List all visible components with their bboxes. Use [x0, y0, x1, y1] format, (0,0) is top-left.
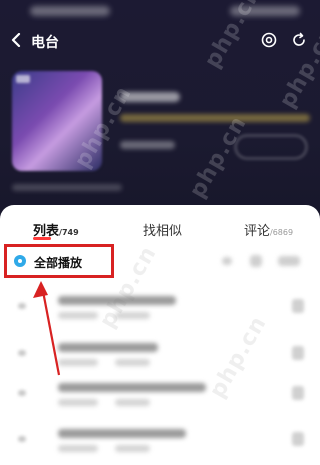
play-icon — [14, 255, 26, 267]
tab-comments[interactable]: 评论/6869 — [244, 220, 293, 239]
more-icon[interactable] — [292, 386, 304, 400]
info-line-blurred — [12, 184, 122, 191]
sort-icon[interactable] — [222, 257, 232, 265]
target-icon[interactable] — [261, 32, 277, 48]
tab-similar[interactable]: 找相似 — [143, 220, 182, 239]
track-meta — [58, 399, 98, 406]
track-title — [58, 343, 158, 352]
track-meta — [115, 359, 150, 366]
play-all-label: 全部播放 — [34, 256, 83, 270]
track-number — [18, 303, 26, 309]
track-title — [58, 429, 186, 438]
track-meta — [58, 445, 98, 452]
track-title — [58, 383, 206, 392]
track-meta — [115, 445, 150, 452]
more-icon[interactable] — [292, 432, 304, 446]
tab-comments-count: /6869 — [270, 228, 294, 237]
list-item[interactable] — [0, 423, 320, 463]
refresh-icon[interactable] — [291, 32, 307, 48]
more-icon[interactable] — [292, 299, 304, 313]
back-icon[interactable] — [10, 33, 24, 47]
tab-comments-label: 评论 — [244, 224, 271, 239]
status-bar — [30, 6, 110, 16]
watermark: php.cn — [200, 0, 267, 73]
track-meta — [58, 359, 98, 366]
subscribe-button[interactable] — [235, 135, 307, 159]
track-meta — [58, 312, 98, 319]
track-number — [18, 350, 26, 356]
list-item[interactable] — [0, 337, 320, 377]
radio-desc-blurred — [120, 114, 310, 122]
track-number — [18, 436, 26, 442]
track-number — [18, 390, 26, 396]
tab-indicator — [33, 237, 51, 240]
cover-badge — [16, 75, 30, 83]
page-title: 电台 — [31, 35, 59, 51]
select-icon[interactable] — [250, 255, 262, 267]
list-item[interactable] — [0, 290, 320, 330]
play-all-button[interactable]: 全部播放 — [4, 244, 114, 278]
tab-list-count: /749 — [59, 228, 79, 237]
tab-similar-label: 找相似 — [143, 224, 183, 239]
list-item[interactable] — [0, 377, 320, 417]
track-list-panel: 列表/749 找相似 评论/6869 全部播放 php.cn php.cn — [0, 205, 320, 465]
radio-host-blurred — [120, 141, 175, 149]
order-toggle[interactable] — [278, 256, 300, 266]
more-icon[interactable] — [292, 346, 304, 360]
radio-header-area: 电台 php.cn php.cn php.cn php.cn — [0, 0, 320, 230]
track-meta — [115, 399, 150, 406]
